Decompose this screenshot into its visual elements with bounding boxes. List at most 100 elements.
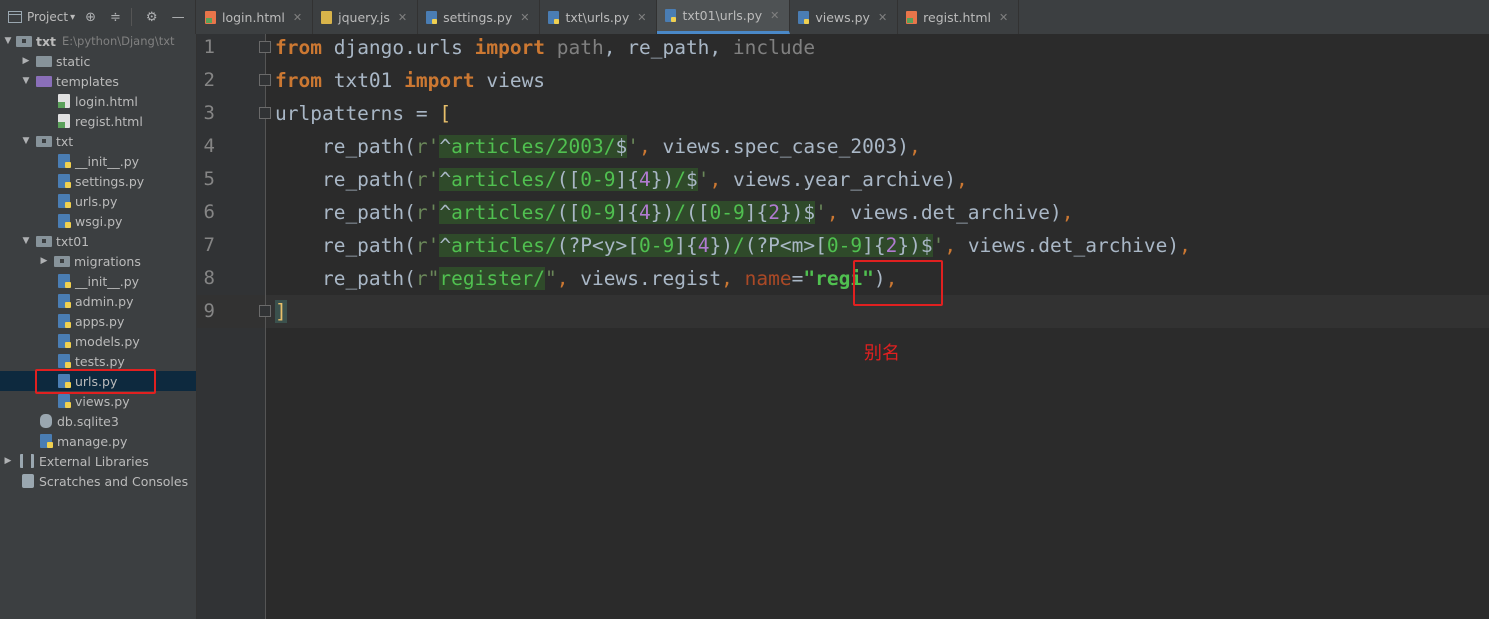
tree-node-init-py[interactable]: __init__.py: [0, 151, 196, 171]
python-file-icon: [548, 10, 560, 24]
code-line-7[interactable]: re_path(r'^articles/(?P<y>[0-9]{4})/(?P<…: [275, 229, 1191, 262]
line-number: 7: [203, 234, 215, 256]
line-number: 4: [203, 135, 215, 157]
tree-node-admin-py[interactable]: admin.py: [0, 291, 196, 311]
code-line-4[interactable]: re_path(r'^articles/2003/$', views.spec_…: [275, 130, 921, 163]
line-number: 2: [203, 69, 215, 91]
code-editor[interactable]: 1 2 3 4 5 6 7 8 9 from django.urls impor…: [197, 34, 1489, 619]
tree-node-txt[interactable]: ▼ txt: [0, 131, 196, 151]
tree-label: login.html: [75, 93, 138, 109]
tab-label: txt01\urls.py: [682, 8, 763, 23]
code-line-1[interactable]: from django.urls import path, re_path, i…: [275, 31, 815, 64]
python-file-icon: [426, 10, 438, 24]
code-line-6[interactable]: re_path(r'^articles/([0-9]{4})/([0-9]{2}…: [275, 196, 1073, 229]
code-line-8[interactable]: re_path(r"register/", views.regist, name…: [275, 262, 897, 295]
tree-node-apps-py[interactable]: apps.py: [0, 311, 196, 331]
tab-label: settings.py: [443, 9, 513, 25]
tree-label: wsgi.py: [75, 213, 123, 229]
tree-label: __init__.py: [75, 153, 140, 169]
python-file-icon: [58, 294, 71, 308]
tree-label: __init__.py: [75, 273, 140, 289]
tree-node-db-sqlite3[interactable]: db.sqlite3: [0, 411, 196, 431]
tree-label: Scratches and Consoles: [39, 473, 189, 489]
tree-label: regist.html: [75, 113, 143, 129]
collapsed-arrow-icon[interactable]: ▶: [2, 456, 14, 466]
python-file-icon: [58, 154, 71, 168]
tab-views-py[interactable]: views.py ✕: [790, 0, 899, 34]
code-line-5[interactable]: re_path(r'^articles/([0-9]{4})/$', views…: [275, 163, 968, 196]
fold-marker-icon[interactable]: [259, 107, 271, 119]
close-icon[interactable]: ✕: [293, 11, 302, 24]
tree-node-static[interactable]: ▶ static: [0, 51, 196, 71]
chevron-down-icon[interactable]: ▾: [70, 12, 75, 23]
library-icon: [20, 454, 34, 468]
code-line-9[interactable]: ]: [275, 295, 287, 328]
close-icon[interactable]: ✕: [878, 11, 887, 24]
tree-node-models-py[interactable]: models.py: [0, 331, 196, 351]
close-icon[interactable]: ✕: [398, 11, 407, 24]
fold-marker-icon[interactable]: [259, 74, 271, 86]
hide-panel-icon[interactable]: —: [172, 10, 185, 25]
tree-node-settings-py[interactable]: settings.py: [0, 171, 196, 191]
database-file-icon: [40, 414, 52, 428]
tree-node-external-libraries[interactable]: ▶ External Libraries: [0, 451, 196, 471]
tree-node-templates[interactable]: ▼ templates: [0, 71, 196, 91]
code-line-2[interactable]: from txt01 import views: [275, 64, 545, 97]
expanded-arrow-icon[interactable]: ▼: [2, 36, 14, 46]
close-icon[interactable]: ✕: [637, 11, 646, 24]
project-view-selector[interactable]: Project: [27, 10, 68, 24]
fold-marker-icon[interactable]: [259, 305, 271, 317]
tree-node-scratches[interactable]: Scratches and Consoles: [0, 471, 196, 491]
locate-file-icon[interactable]: ⊕: [85, 10, 96, 25]
collapse-all-icon[interactable]: ≑: [110, 10, 121, 25]
tree-node-manage-py[interactable]: manage.py: [0, 431, 196, 451]
package-icon: [36, 135, 52, 147]
collapsed-arrow-icon[interactable]: ▶: [38, 256, 50, 266]
tab-jquery-js[interactable]: jquery.js ✕: [313, 0, 419, 34]
project-view-icon: [8, 11, 22, 23]
tree-node-init-py[interactable]: __init__.py: [0, 271, 196, 291]
top-bar: Project ▾ ⊕ ≑ ⚙ — login.html ✕ jquery.js…: [0, 0, 1489, 35]
annotation-note: 别名: [864, 343, 900, 364]
tab-label: login.html: [222, 9, 285, 25]
tree-label: db.sqlite3: [57, 413, 119, 429]
tree-label: External Libraries: [39, 453, 149, 469]
js-file-icon: [321, 10, 333, 24]
tree-node-views-py[interactable]: views.py: [0, 391, 196, 411]
collapsed-arrow-icon[interactable]: ▶: [20, 56, 32, 66]
tree-node-txt01[interactable]: ▼ txt01: [0, 231, 196, 251]
tree-label: settings.py: [75, 173, 145, 189]
toolbar-divider: [130, 8, 132, 26]
tree-node-regist-html[interactable]: regist.html: [0, 111, 196, 131]
tree-node-wsgi-py[interactable]: wsgi.py: [0, 211, 196, 231]
tab-txt01-urls-py[interactable]: txt01\urls.py ✕: [657, 0, 791, 34]
package-icon: [54, 255, 70, 267]
tab-regist-html[interactable]: regist.html ✕: [898, 0, 1020, 34]
tree-label: views.py: [75, 393, 130, 409]
expanded-arrow-icon[interactable]: ▼: [20, 236, 32, 246]
close-icon[interactable]: ✕: [770, 9, 779, 22]
tree-node-migrations[interactable]: ▶ migrations: [0, 251, 196, 271]
tree-label: manage.py: [57, 433, 128, 449]
tree-node-root[interactable]: ▼ txt E:\python\Djang\txt: [0, 31, 196, 51]
expanded-arrow-icon[interactable]: ▼: [20, 136, 32, 146]
close-icon[interactable]: ✕: [520, 11, 529, 24]
tab-txt-urls-py[interactable]: txt\urls.py ✕: [540, 0, 658, 34]
python-file-icon: [58, 274, 71, 288]
close-icon[interactable]: ✕: [999, 11, 1008, 24]
tree-node-urls-py[interactable]: urls.py: [0, 191, 196, 211]
tab-login-html[interactable]: login.html ✕: [197, 0, 314, 34]
python-file-icon: [58, 174, 71, 188]
gear-icon[interactable]: ⚙: [146, 10, 158, 25]
line-number: 1: [203, 36, 215, 58]
tree-label: templates: [56, 73, 119, 89]
tab-settings-py[interactable]: settings.py ✕: [418, 0, 541, 34]
tree-label: txt: [36, 33, 57, 49]
tree-node-login-html[interactable]: login.html: [0, 91, 196, 111]
code-line-3[interactable]: urlpatterns = [: [275, 97, 451, 130]
gutter-divider: [265, 34, 266, 619]
fold-marker-icon[interactable]: [259, 41, 271, 53]
tree-node-tests-py[interactable]: tests.py: [0, 351, 196, 371]
project-toolbar: Project ▾ ⊕ ≑ ⚙ —: [0, 0, 196, 34]
expanded-arrow-icon[interactable]: ▼: [20, 76, 32, 86]
